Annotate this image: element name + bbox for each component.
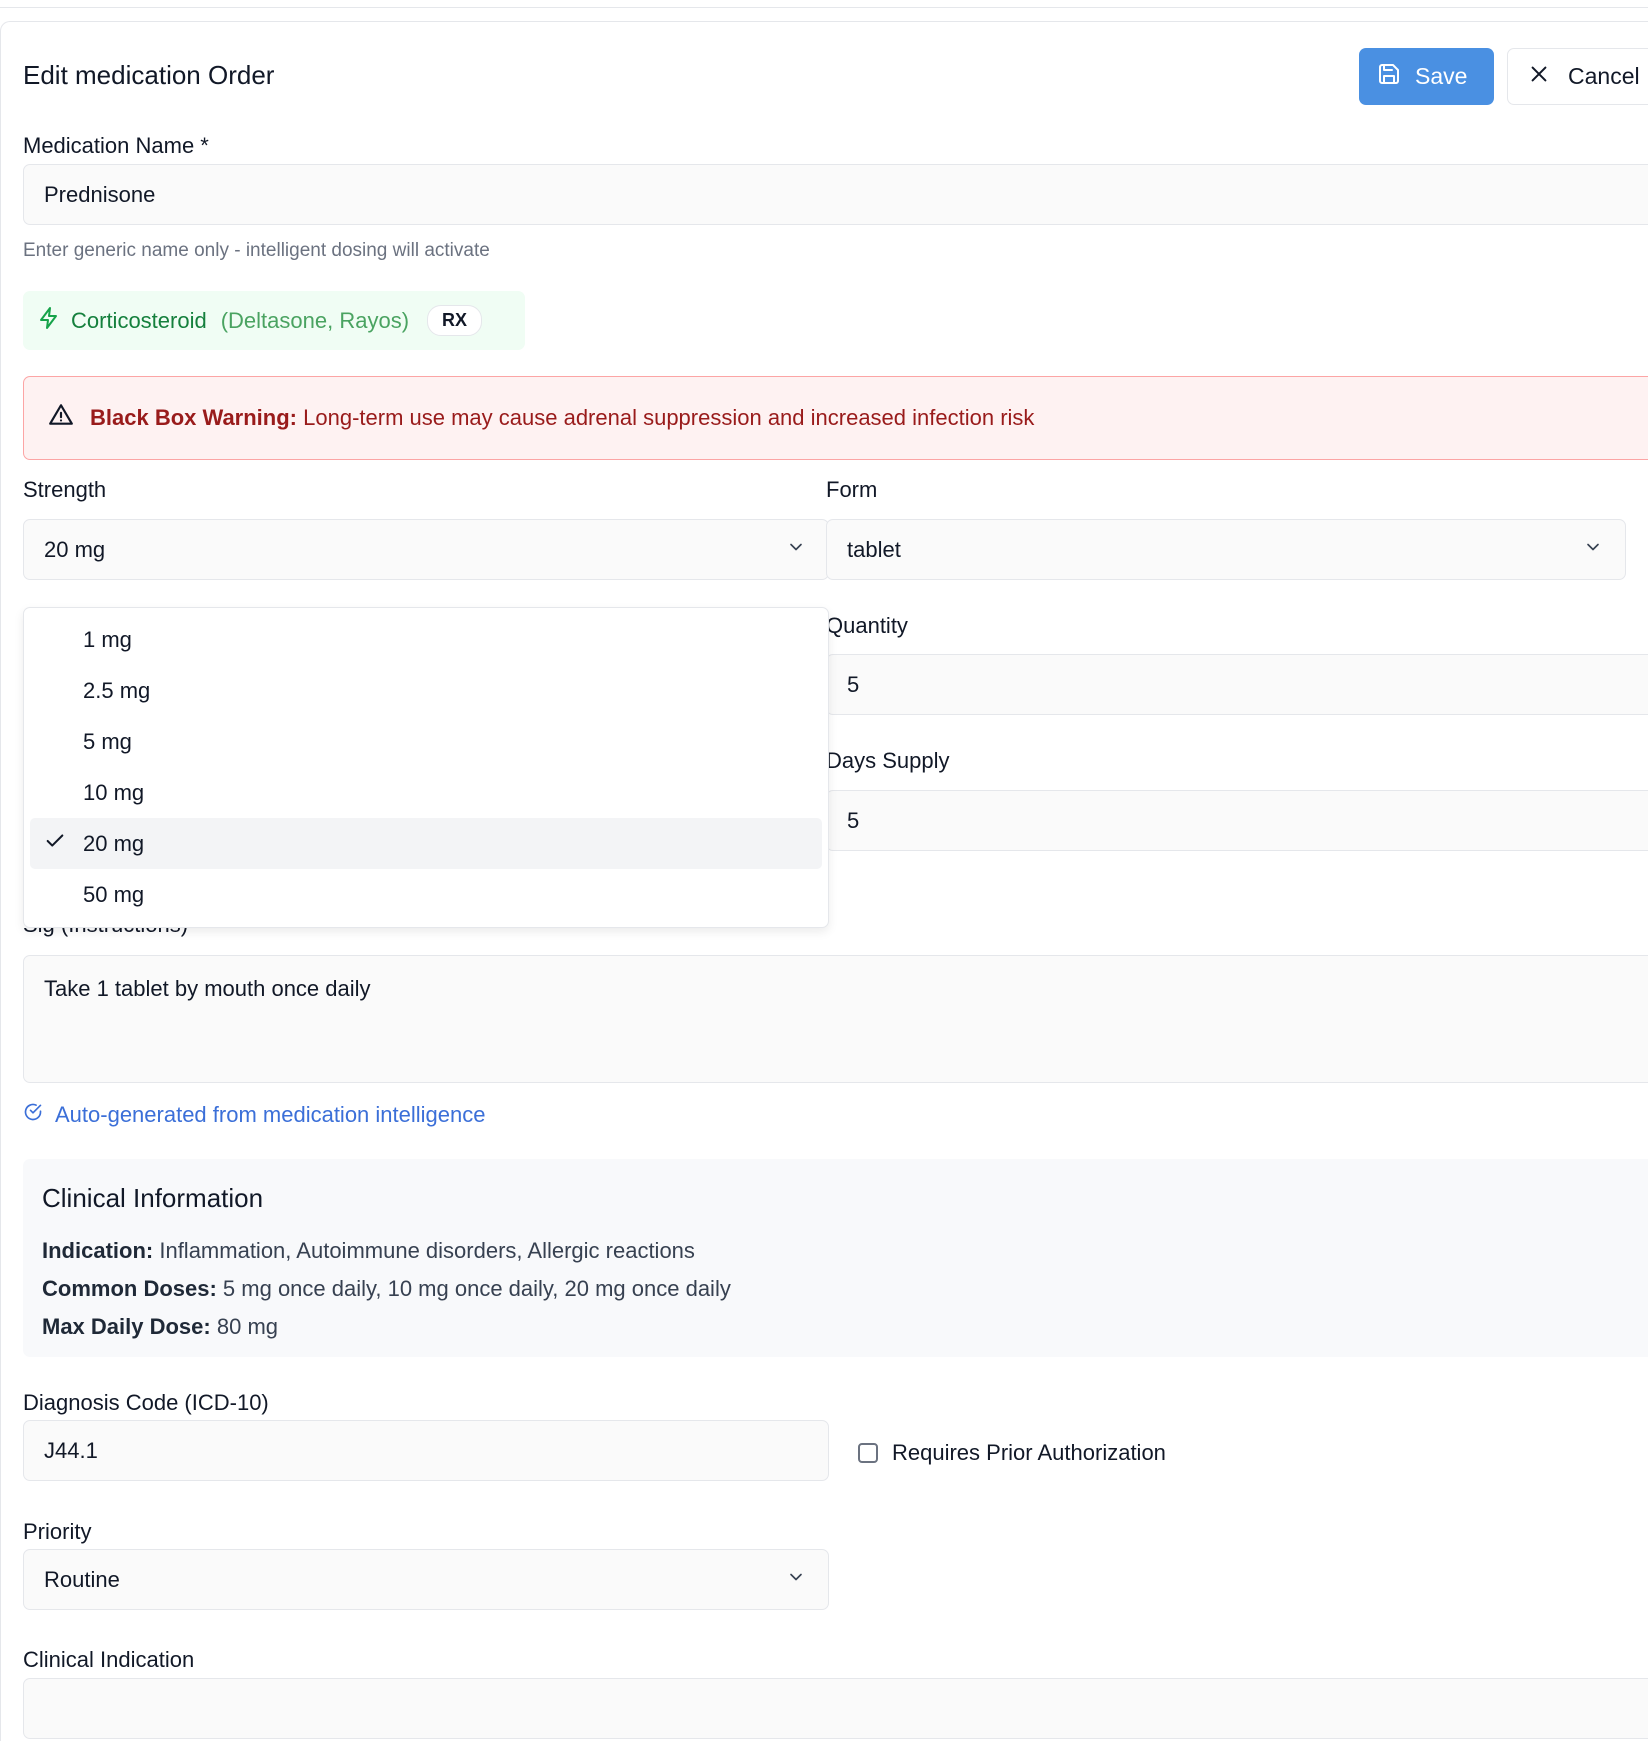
common-doses-label: Common Doses: [42, 1276, 217, 1301]
chevron-down-icon [1583, 537, 1603, 563]
sig-value: Take 1 tablet by mouth once daily [44, 976, 371, 1001]
warning-title: Black Box Warning: [90, 405, 297, 430]
bolt-icon [37, 306, 61, 336]
sig-label: Sig (Instructions) [23, 928, 188, 938]
sig-label-container: Sig (Instructions) [23, 928, 323, 938]
save-label: Save [1415, 63, 1468, 89]
max-dose-row: Max Daily Dose: 80 mg [42, 1308, 1648, 1346]
sig-textarea[interactable]: Take 1 tablet by mouth once daily [23, 955, 1648, 1083]
page-title: Edit medication Order [23, 60, 275, 90]
medication-name-input[interactable]: Prednisone [23, 164, 1648, 225]
common-doses-row: Common Doses: 5 mg once daily, 10 mg onc… [42, 1270, 1648, 1308]
rx-badge: RX [427, 305, 483, 336]
medication-intelligence-chip: Corticosteroid (Deltasone, Rayos) RX [23, 291, 525, 350]
days-supply-label: Days Supply [826, 748, 950, 773]
clinical-information-title: Clinical Information [42, 1183, 264, 1213]
quantity-value: 5 [847, 671, 860, 697]
cancel-button[interactable]: Cancel [1507, 48, 1648, 105]
form-select[interactable]: tablet [826, 519, 1626, 580]
close-icon [1528, 63, 1550, 91]
priority-value: Routine [44, 1566, 120, 1592]
days-supply-value: 5 [847, 807, 860, 833]
strength-value: 20 mg [44, 536, 106, 562]
check-circle-icon [23, 1102, 43, 1128]
warning-text: Long-term use may cause adrenal suppress… [303, 405, 1035, 430]
save-button[interactable]: Save [1359, 48, 1494, 105]
indication-value: Inflammation, Autoimmune disorders, Alle… [159, 1238, 695, 1263]
top-panel-edge [0, 0, 1648, 8]
strength-select[interactable]: 20 mg [23, 519, 829, 580]
medication-name-label: Medication Name * [23, 133, 209, 158]
strength-option[interactable]: 50 mg [30, 869, 822, 920]
max-dose-label: Max Daily Dose: [42, 1314, 211, 1339]
strength-label: Strength [23, 477, 107, 502]
diagnosis-code-value: J44.1 [44, 1437, 98, 1463]
common-doses-value: 5 mg once daily, 10 mg once daily, 20 mg… [222, 1276, 731, 1301]
check-icon [44, 830, 66, 858]
strength-option[interactable]: 5 mg [30, 716, 822, 767]
quantity-label: Quantity [826, 613, 908, 638]
clinical-indication-label: Clinical Indication [23, 1647, 195, 1672]
strength-option[interactable]: 2.5 mg [30, 665, 822, 716]
medication-name-hint: Enter generic name only - intelligent do… [23, 240, 490, 261]
strength-option-selected[interactable]: 20 mg [30, 818, 822, 869]
warning-triangle-icon [48, 402, 74, 434]
days-supply-input[interactable]: 5 [826, 790, 1648, 851]
prior-authorization-label: Requires Prior Authorization [892, 1440, 1166, 1465]
prior-authorization-row[interactable]: Requires Prior Authorization [858, 1440, 1166, 1466]
black-box-warning: Black Box Warning: Long-term use may cau… [23, 376, 1648, 460]
medication-name-value: Prednisone [44, 181, 156, 207]
diagnosis-code-label: Diagnosis Code (ICD-10) [23, 1390, 269, 1415]
strength-option[interactable]: 1 mg [30, 614, 822, 665]
save-icon [1377, 62, 1401, 92]
cancel-label: Cancel [1568, 63, 1640, 89]
clinical-information-panel: Clinical Information Indication: Inflamm… [23, 1159, 1648, 1357]
quantity-input[interactable]: 5 [826, 654, 1648, 715]
strength-dropdown-menu: 1 mg 2.5 mg 5 mg 10 mg 20 mg 50 mg [23, 607, 829, 928]
auto-generated-text: Auto-generated from medication intellige… [55, 1102, 486, 1127]
max-dose-value: 80 mg [216, 1314, 279, 1339]
drug-class: Corticosteroid [71, 307, 207, 333]
strength-option[interactable]: 10 mg [30, 767, 822, 818]
prior-authorization-checkbox[interactable] [858, 1443, 878, 1463]
chevron-down-icon [786, 1567, 806, 1593]
form-value: tablet [847, 536, 901, 562]
priority-label: Priority [23, 1519, 92, 1544]
diagnosis-code-input[interactable]: J44.1 [23, 1420, 829, 1481]
indication-label: Indication: [42, 1238, 154, 1263]
clinical-indication-input[interactable] [23, 1678, 1648, 1739]
brand-names: (Deltasone, Rayos) [220, 307, 410, 333]
auto-generated-note: Auto-generated from medication intellige… [23, 1102, 485, 1128]
chevron-down-icon [786, 537, 806, 563]
indication-row: Indication: Inflammation, Autoimmune dis… [42, 1232, 1648, 1270]
priority-select[interactable]: Routine [23, 1549, 829, 1610]
form-label: Form [826, 477, 878, 502]
